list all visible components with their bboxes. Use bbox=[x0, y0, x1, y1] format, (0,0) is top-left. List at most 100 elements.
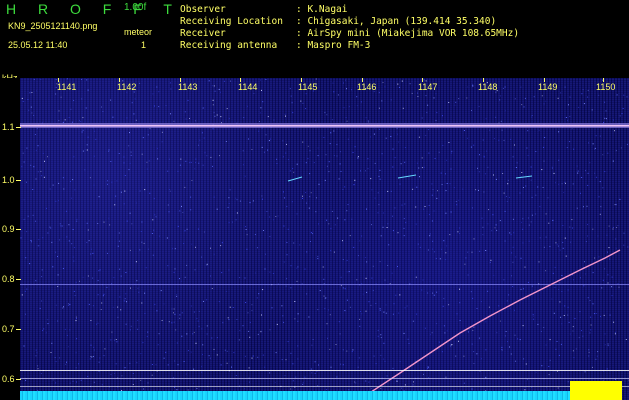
noise-dot bbox=[81, 98, 83, 100]
noise-dot bbox=[54, 357, 56, 359]
noise-dot bbox=[592, 303, 594, 305]
noise-dot bbox=[371, 189, 373, 191]
noise-dot bbox=[397, 83, 399, 85]
noise-dot bbox=[210, 275, 211, 277]
noise-dot bbox=[607, 345, 609, 347]
noise-dot bbox=[357, 157, 359, 159]
noise-dot bbox=[391, 272, 393, 274]
noise-dot bbox=[141, 153, 143, 155]
noise-dot bbox=[508, 294, 510, 296]
noise-dot bbox=[467, 274, 469, 276]
noise-dot bbox=[340, 276, 342, 278]
noise-dot bbox=[116, 180, 118, 182]
noise-dot bbox=[140, 231, 142, 232]
noise-dot bbox=[179, 278, 180, 280]
noise-dot bbox=[403, 332, 405, 334]
noise-dot bbox=[275, 352, 277, 354]
noise-dot bbox=[71, 121, 73, 123]
noise-dot bbox=[336, 155, 338, 157]
noise-dot bbox=[448, 304, 450, 306]
noise-dot bbox=[346, 120, 348, 122]
noise-dot bbox=[360, 170, 361, 172]
noise-dot bbox=[167, 364, 169, 366]
y-tick-label: 0.8 bbox=[2, 274, 15, 284]
noise-dot bbox=[520, 288, 522, 290]
noise-dot bbox=[527, 217, 529, 219]
noise-dot bbox=[203, 300, 204, 302]
noise-dot bbox=[82, 129, 84, 131]
noise-dot bbox=[429, 233, 431, 235]
noise-dot bbox=[615, 204, 617, 206]
noise-dot bbox=[112, 306, 114, 308]
noise-dot bbox=[116, 341, 118, 343]
noise-dot bbox=[169, 190, 171, 192]
noise-dot bbox=[446, 245, 448, 247]
noise-dot bbox=[473, 351, 475, 353]
noise-dot bbox=[123, 162, 125, 164]
noise-dot bbox=[209, 357, 211, 359]
noise-dot bbox=[312, 339, 314, 340]
noise-dot bbox=[417, 243, 419, 245]
noise-dot bbox=[206, 325, 208, 327]
noise-dot bbox=[349, 306, 351, 308]
noise-dot bbox=[604, 117, 606, 119]
noise-dot bbox=[568, 104, 569, 106]
noise-dot bbox=[365, 277, 367, 279]
noise-dot bbox=[595, 147, 596, 149]
noise-dot bbox=[57, 320, 59, 322]
noise-dot bbox=[359, 318, 361, 320]
noise-dot bbox=[276, 323, 278, 325]
noise-dot bbox=[392, 215, 393, 217]
noise-dot bbox=[571, 219, 573, 221]
noise-dot bbox=[62, 121, 64, 123]
noise-dot bbox=[415, 206, 417, 208]
noise-dot bbox=[503, 279, 505, 281]
noise-dot bbox=[297, 358, 299, 360]
noise-dot bbox=[62, 177, 64, 179]
noise-dot bbox=[103, 355, 105, 357]
noise-dot bbox=[605, 110, 607, 112]
noise-dot bbox=[612, 119, 614, 121]
noise-dot bbox=[120, 309, 122, 311]
noise-dot bbox=[592, 366, 593, 368]
noise-dot bbox=[126, 117, 128, 119]
noise-dot bbox=[512, 246, 514, 248]
noise-dot bbox=[530, 179, 532, 181]
noise-dot bbox=[202, 107, 204, 109]
noise-dot bbox=[592, 272, 594, 274]
noise-dot bbox=[626, 96, 628, 98]
noise-dot bbox=[489, 129, 491, 131]
noise-dot bbox=[587, 223, 589, 225]
noise-dot bbox=[87, 229, 89, 231]
noise-dot bbox=[342, 259, 344, 260]
noise-dot bbox=[560, 343, 562, 345]
noise-dot bbox=[137, 319, 139, 321]
noise-dot bbox=[530, 116, 532, 118]
noise-dot bbox=[86, 79, 88, 81]
noise-dot bbox=[481, 217, 483, 219]
noise-dot bbox=[21, 97, 23, 99]
noise-dot bbox=[61, 225, 63, 227]
noise-dot bbox=[569, 333, 571, 335]
noise-dot bbox=[115, 339, 117, 340]
noise-dot bbox=[101, 302, 103, 304]
noise-dot bbox=[523, 288, 524, 290]
noise-dot bbox=[35, 355, 37, 357]
noise-dot bbox=[214, 115, 216, 117]
noise-dot bbox=[459, 320, 461, 321]
noise-dot bbox=[281, 359, 283, 361]
baseline-line-1 bbox=[20, 370, 629, 371]
noise-dot bbox=[284, 197, 285, 199]
noise-dot bbox=[165, 105, 167, 107]
noise-dot bbox=[346, 210, 348, 212]
noise-dot bbox=[454, 104, 456, 106]
noise-dot bbox=[155, 364, 157, 366]
baseline-line-3 bbox=[20, 386, 629, 387]
noise-dot bbox=[551, 167, 553, 169]
noise-dot bbox=[194, 168, 196, 170]
noise-dot bbox=[558, 289, 559, 290]
noise-dot bbox=[252, 355, 254, 357]
noise-dot bbox=[307, 145, 309, 147]
noise-dot bbox=[370, 178, 372, 180]
noise-dot bbox=[598, 94, 600, 96]
